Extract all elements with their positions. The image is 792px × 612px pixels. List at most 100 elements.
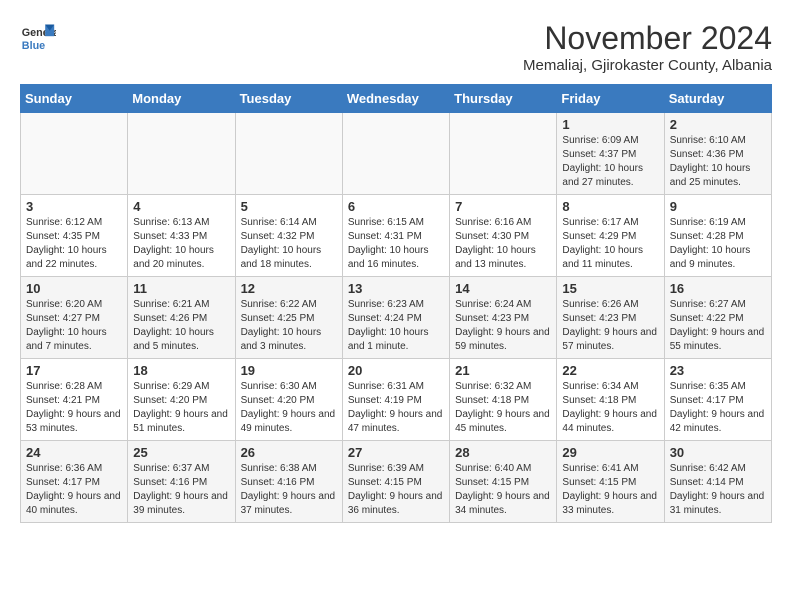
calendar-cell: 30 Sunrise: 6:42 AM Sunset: 4:14 PM Dayli…	[664, 441, 771, 523]
day-number: 27	[348, 445, 444, 460]
day-number: 23	[670, 363, 766, 378]
day-number: 3	[26, 199, 122, 214]
calendar-cell: 5 Sunrise: 6:14 AM Sunset: 4:32 PM Daylig…	[235, 195, 342, 277]
day-number: 10	[26, 281, 122, 296]
page-header: General Blue November 2024 Memaliaj, Gji…	[20, 20, 772, 74]
day-info: Sunrise: 6:27 AM Sunset: 4:22 PM Dayligh…	[670, 298, 766, 354]
day-info: Sunrise: 6:15 AM Sunset: 4:31 PM Dayligh…	[348, 216, 444, 272]
calendar-cell: 1 Sunrise: 6:09 AM Sunset: 4:37 PM Daylig…	[557, 113, 664, 195]
calendar-cell: 8 Sunrise: 6:17 AM Sunset: 4:29 PM Daylig…	[557, 195, 664, 277]
day-info: Sunrise: 6:13 AM Sunset: 4:33 PM Dayligh…	[133, 216, 229, 272]
day-info: Sunrise: 6:10 AM Sunset: 4:36 PM Dayligh…	[670, 134, 766, 190]
day-number: 30	[670, 445, 766, 460]
day-info: Sunrise: 6:32 AM Sunset: 4:18 PM Dayligh…	[455, 380, 551, 436]
day-info: Sunrise: 6:34 AM Sunset: 4:18 PM Dayligh…	[562, 380, 658, 436]
day-info: Sunrise: 6:37 AM Sunset: 4:16 PM Dayligh…	[133, 462, 229, 518]
calendar-cell: 3 Sunrise: 6:12 AM Sunset: 4:35 PM Daylig…	[21, 195, 128, 277]
day-number: 26	[241, 445, 337, 460]
day-info: Sunrise: 6:29 AM Sunset: 4:20 PM Dayligh…	[133, 380, 229, 436]
day-number: 21	[455, 363, 551, 378]
day-number: 15	[562, 281, 658, 296]
calendar-cell: 6 Sunrise: 6:15 AM Sunset: 4:31 PM Daylig…	[342, 195, 449, 277]
day-info: Sunrise: 6:17 AM Sunset: 4:29 PM Dayligh…	[562, 216, 658, 272]
day-info: Sunrise: 6:12 AM Sunset: 4:35 PM Dayligh…	[26, 216, 122, 272]
calendar-cell	[342, 113, 449, 195]
day-info: Sunrise: 6:09 AM Sunset: 4:37 PM Dayligh…	[562, 134, 658, 190]
day-number: 25	[133, 445, 229, 460]
calendar-cell: 21 Sunrise: 6:32 AM Sunset: 4:18 PM Dayli…	[450, 359, 557, 441]
day-number: 12	[241, 281, 337, 296]
calendar-cell: 18 Sunrise: 6:29 AM Sunset: 4:20 PM Dayli…	[128, 359, 235, 441]
calendar-cell: 4Sunrise: 6:13 AM Sunset: 4:33 PM Daylig…	[128, 195, 235, 277]
day-info: Sunrise: 6:30 AM Sunset: 4:20 PM Dayligh…	[241, 380, 337, 436]
calendar-cell: 25 Sunrise: 6:37 AM Sunset: 4:16 PM Dayli…	[128, 441, 235, 523]
day-number: 13	[348, 281, 444, 296]
day-info: Sunrise: 6:38 AM Sunset: 4:16 PM Dayligh…	[241, 462, 337, 518]
header-wednesday: Wednesday	[342, 85, 449, 113]
title-block: November 2024 Memaliaj, Gjirokaster Coun…	[523, 20, 772, 74]
day-number: 7	[455, 199, 551, 214]
day-number: 6	[348, 199, 444, 214]
day-info: Sunrise: 6:39 AM Sunset: 4:15 PM Dayligh…	[348, 462, 444, 518]
svg-text:Blue: Blue	[22, 40, 45, 52]
day-number: 14	[455, 281, 551, 296]
day-number: 22	[562, 363, 658, 378]
day-number: 24	[26, 445, 122, 460]
header-friday: Friday	[557, 85, 664, 113]
day-number: 19	[241, 363, 337, 378]
calendar-cell: 7Sunrise: 6:16 AM Sunset: 4:30 PM Daylig…	[450, 195, 557, 277]
logo: General Blue	[20, 20, 56, 56]
day-number: 1	[562, 117, 658, 132]
day-info: Sunrise: 6:20 AM Sunset: 4:27 PM Dayligh…	[26, 298, 122, 354]
calendar-body: 1 Sunrise: 6:09 AM Sunset: 4:37 PM Daylig…	[21, 113, 772, 523]
calendar-cell: 14 Sunrise: 6:24 AM Sunset: 4:23 PM Dayli…	[450, 277, 557, 359]
calendar-header-row: SundayMondayTuesdayWednesdayThursdayFrid…	[21, 85, 772, 113]
day-info: Sunrise: 6:14 AM Sunset: 4:32 PM Dayligh…	[241, 216, 337, 272]
calendar-cell: 16 Sunrise: 6:27 AM Sunset: 4:22 PM Dayli…	[664, 277, 771, 359]
week-row-4: 24 Sunrise: 6:36 AM Sunset: 4:17 PM Dayli…	[21, 441, 772, 523]
day-info: Sunrise: 6:36 AM Sunset: 4:17 PM Dayligh…	[26, 462, 122, 518]
header-saturday: Saturday	[664, 85, 771, 113]
day-number: 11	[133, 281, 229, 296]
day-info: Sunrise: 6:24 AM Sunset: 4:23 PM Dayligh…	[455, 298, 551, 354]
logo-icon: General Blue	[20, 20, 56, 56]
header-thursday: Thursday	[450, 85, 557, 113]
calendar-table: SundayMondayTuesdayWednesdayThursdayFrid…	[20, 84, 772, 523]
day-number: 2	[670, 117, 766, 132]
calendar-cell: 2 Sunrise: 6:10 AM Sunset: 4:36 PM Daylig…	[664, 113, 771, 195]
calendar-cell: 13 Sunrise: 6:23 AM Sunset: 4:24 PM Dayli…	[342, 277, 449, 359]
calendar-cell: 17 Sunrise: 6:28 AM Sunset: 4:21 PM Dayli…	[21, 359, 128, 441]
calendar-cell: 24 Sunrise: 6:36 AM Sunset: 4:17 PM Dayli…	[21, 441, 128, 523]
calendar-cell	[450, 113, 557, 195]
calendar-cell: 10 Sunrise: 6:20 AM Sunset: 4:27 PM Dayli…	[21, 277, 128, 359]
day-number: 28	[455, 445, 551, 460]
calendar-cell: 19 Sunrise: 6:30 AM Sunset: 4:20 PM Dayli…	[235, 359, 342, 441]
day-info: Sunrise: 6:41 AM Sunset: 4:15 PM Dayligh…	[562, 462, 658, 518]
month-title: November 2024	[523, 20, 772, 57]
header-tuesday: Tuesday	[235, 85, 342, 113]
day-info: Sunrise: 6:40 AM Sunset: 4:15 PM Dayligh…	[455, 462, 551, 518]
calendar-cell: 26 Sunrise: 6:38 AM Sunset: 4:16 PM Dayli…	[235, 441, 342, 523]
week-row-0: 1 Sunrise: 6:09 AM Sunset: 4:37 PM Daylig…	[21, 113, 772, 195]
calendar-cell: 12Sunrise: 6:22 AM Sunset: 4:25 PM Dayli…	[235, 277, 342, 359]
week-row-2: 10 Sunrise: 6:20 AM Sunset: 4:27 PM Dayli…	[21, 277, 772, 359]
calendar-cell	[128, 113, 235, 195]
day-number: 5	[241, 199, 337, 214]
day-info: Sunrise: 6:23 AM Sunset: 4:24 PM Dayligh…	[348, 298, 444, 354]
day-info: Sunrise: 6:26 AM Sunset: 4:23 PM Dayligh…	[562, 298, 658, 354]
calendar-cell: 11Sunrise: 6:21 AM Sunset: 4:26 PM Dayli…	[128, 277, 235, 359]
week-row-3: 17 Sunrise: 6:28 AM Sunset: 4:21 PM Dayli…	[21, 359, 772, 441]
day-info: Sunrise: 6:28 AM Sunset: 4:21 PM Dayligh…	[26, 380, 122, 436]
day-number: 17	[26, 363, 122, 378]
calendar-cell	[21, 113, 128, 195]
day-number: 16	[670, 281, 766, 296]
day-info: Sunrise: 6:31 AM Sunset: 4:19 PM Dayligh…	[348, 380, 444, 436]
day-number: 18	[133, 363, 229, 378]
week-row-1: 3 Sunrise: 6:12 AM Sunset: 4:35 PM Daylig…	[21, 195, 772, 277]
day-number: 20	[348, 363, 444, 378]
day-info: Sunrise: 6:42 AM Sunset: 4:14 PM Dayligh…	[670, 462, 766, 518]
day-info: Sunrise: 6:19 AM Sunset: 4:28 PM Dayligh…	[670, 216, 766, 272]
day-number: 8	[562, 199, 658, 214]
calendar-cell: 15 Sunrise: 6:26 AM Sunset: 4:23 PM Dayli…	[557, 277, 664, 359]
day-info: Sunrise: 6:35 AM Sunset: 4:17 PM Dayligh…	[670, 380, 766, 436]
